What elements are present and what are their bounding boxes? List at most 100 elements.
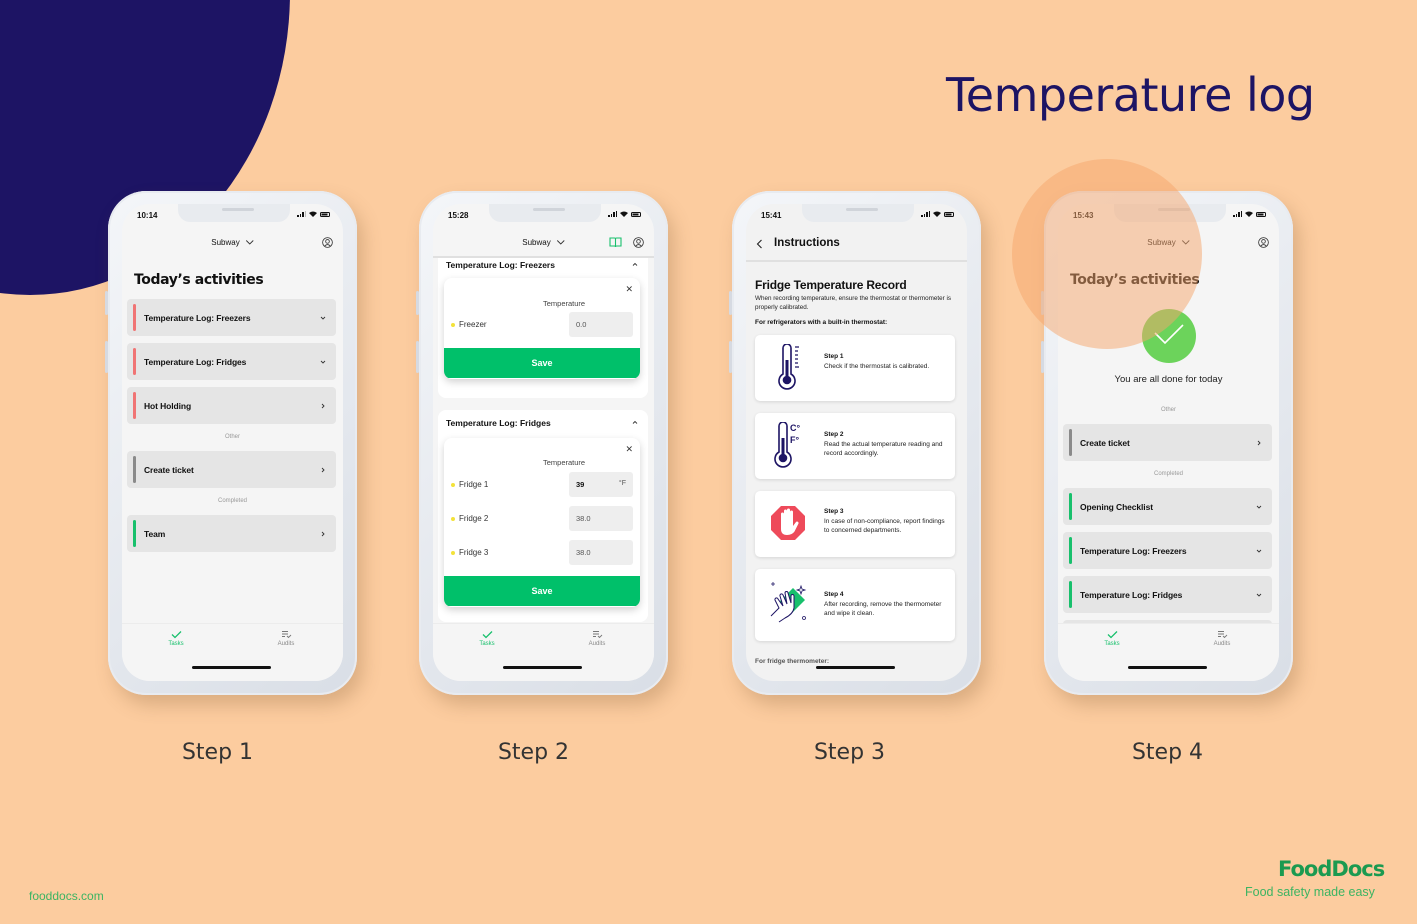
step-label: Step 2	[497, 740, 570, 765]
chevron-down-icon	[245, 240, 254, 245]
unit-name: Fridge 1	[459, 480, 489, 489]
wifi-icon	[933, 211, 941, 217]
status-bar-done	[1069, 581, 1072, 608]
check-icon	[171, 631, 181, 639]
screen: 10:14 Subway Today’s activities Temperat…	[122, 204, 343, 681]
back-icon[interactable]	[756, 239, 763, 249]
thermometer-celsius-fahrenheit-icon: C° F°	[774, 422, 800, 468]
divider	[746, 260, 967, 262]
profile-icon[interactable]	[633, 237, 644, 248]
form-row: Freezer 0.0	[444, 312, 640, 338]
clock: 15:43	[1073, 211, 1094, 220]
tab-label: Audits	[277, 641, 295, 647]
book-icon[interactable]	[609, 237, 622, 248]
brand-tagline: Food safety made easy	[1245, 885, 1375, 899]
document-subheading: For refrigerators with a built-in thermo…	[755, 319, 888, 326]
store-name: Subway	[522, 238, 551, 247]
status-dot	[451, 323, 455, 327]
signal-icon	[921, 211, 930, 217]
form-row: Fridge 3 38.0	[444, 540, 640, 566]
status-bar-done	[1069, 537, 1072, 564]
clock: 15:41	[761, 211, 782, 220]
phone-step-2: 15:28 Subway Temperature Log: Freezers ✕…	[416, 191, 668, 695]
store-selector[interactable]: Subway	[211, 238, 254, 247]
chevron-down-icon	[556, 240, 565, 245]
section-label-other: Other	[224, 434, 240, 440]
unit-name: Fridge 3	[459, 548, 489, 557]
screen: 15:41 Instructions Fridge Temperature Re…	[746, 204, 967, 681]
status-dot	[451, 551, 455, 555]
wifi-icon	[1245, 211, 1253, 217]
tab-audits[interactable]: Audits	[577, 630, 617, 647]
profile-icon[interactable]	[1258, 237, 1269, 248]
task-item[interactable]: Temperature Log: Fridges	[1063, 576, 1272, 613]
temperature-input[interactable]: 39 °F	[569, 472, 633, 497]
phone-step-3: 15:41 Instructions Fridge Temperature Re…	[729, 191, 981, 695]
status-dot	[451, 517, 455, 521]
task-item-team[interactable]: Team	[127, 515, 336, 552]
input-value: 39	[576, 480, 585, 489]
profile-icon[interactable]	[322, 237, 333, 248]
tab-audits[interactable]: Audits	[266, 630, 306, 647]
store-name: Subway	[1147, 238, 1176, 247]
chevron-up-icon[interactable]	[632, 420, 638, 425]
status-bar-done	[133, 520, 136, 547]
wipe-clean-icon	[770, 582, 807, 623]
task-item[interactable]: Temperature Log: Freezers	[127, 299, 336, 336]
store-selector[interactable]: Subway	[1147, 238, 1190, 247]
notch	[489, 204, 601, 222]
temperature-input[interactable]: 38.0	[569, 506, 633, 531]
status-bar-other	[133, 456, 136, 483]
notch	[1114, 204, 1226, 222]
signal-icon	[608, 211, 617, 217]
chevron-right-icon	[321, 467, 325, 472]
tab-tasks[interactable]: Tasks	[156, 630, 196, 647]
task-item-create-ticket[interactable]: Create ticket	[127, 451, 336, 488]
tab-bar: Tasks Audits	[1058, 623, 1279, 681]
card-text: Check if the thermostat is calibrated.	[824, 363, 930, 370]
battery-icon	[631, 211, 641, 217]
chevron-down-icon	[1181, 240, 1190, 245]
accordion-title[interactable]: Temperature Log: Fridges	[446, 418, 551, 428]
tab-tasks[interactable]: Tasks	[467, 630, 507, 647]
save-button[interactable]: Save	[444, 576, 640, 606]
tab-tasks[interactable]: Tasks	[1092, 630, 1132, 647]
chevron-up-icon[interactable]	[632, 262, 638, 267]
document-subheading: For fridge thermometer:	[755, 658, 830, 665]
card-text: After recording, remove the thermometer …	[824, 601, 942, 617]
temperature-input[interactable]: 38.0	[569, 540, 633, 565]
battery-icon	[320, 211, 330, 217]
tab-label: Tasks	[168, 641, 184, 647]
task-label: Create ticket	[144, 464, 194, 475]
task-item[interactable]: Hot Holding	[127, 387, 336, 424]
store-name: Subway	[211, 238, 240, 247]
step-label: Step 1	[181, 740, 254, 765]
check-icon	[1154, 324, 1184, 345]
footer-link[interactable]: fooddocs.com	[29, 889, 104, 903]
task-item[interactable]: Opening Checklist	[1063, 488, 1272, 525]
chevron-right-icon	[321, 403, 325, 408]
accordion-title[interactable]: Temperature Log: Freezers	[446, 260, 555, 270]
success-check	[1142, 309, 1196, 363]
screen: 15:43 Subway Today’s activities You are …	[1058, 204, 1279, 681]
chevron-down-icon	[1256, 505, 1262, 509]
home-indicator	[816, 666, 895, 669]
temperature-input[interactable]: 0.0	[569, 312, 633, 337]
tab-audits[interactable]: Audits	[1202, 630, 1242, 647]
nav-title: Instructions	[774, 237, 840, 249]
task-item-create-ticket[interactable]: Create ticket	[1063, 424, 1272, 461]
save-button[interactable]: Save	[444, 348, 640, 378]
close-icon[interactable]: ✕	[625, 284, 633, 295]
instruction-card: Step 1 Check if the thermostat is calibr…	[755, 335, 955, 401]
task-item[interactable]: Temperature Log: Fridges	[127, 343, 336, 380]
store-selector[interactable]: Subway	[522, 238, 565, 247]
task-item[interactable]: Temperature Log: Freezers	[1063, 532, 1272, 569]
notch	[178, 204, 290, 222]
chevron-right-icon	[321, 531, 325, 536]
document-intro: When recording temperature, ensure the t…	[755, 295, 951, 311]
svg-text:F°: F°	[790, 435, 799, 445]
card-title: Step 1	[824, 353, 844, 360]
close-icon[interactable]: ✕	[625, 444, 633, 455]
signal-icon	[1233, 211, 1242, 217]
tab-label: Tasks	[1104, 641, 1120, 647]
